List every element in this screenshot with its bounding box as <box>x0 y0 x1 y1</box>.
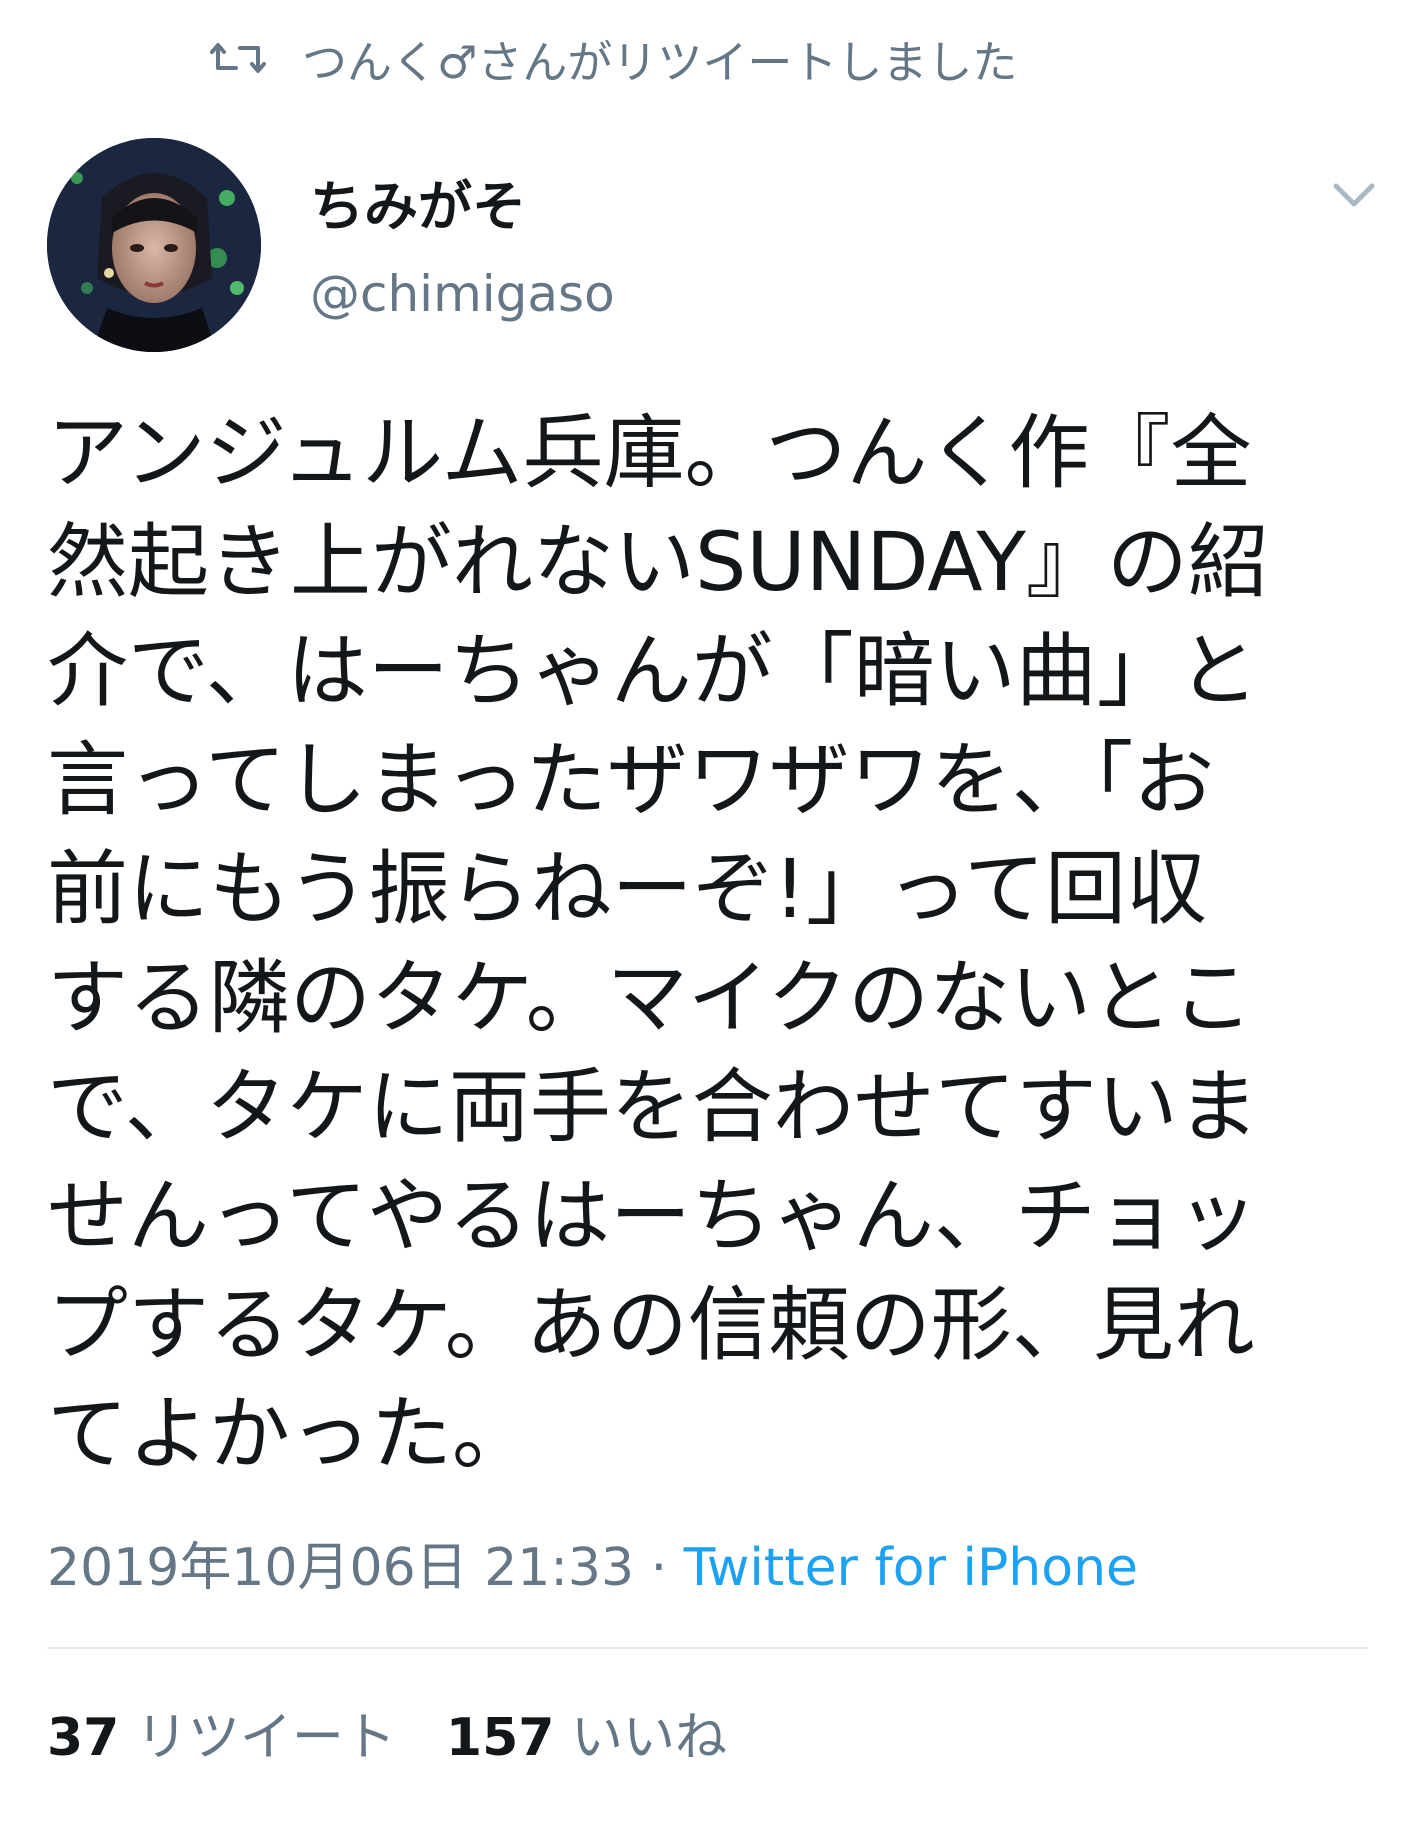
tweet-stats: 37 リツイート 157 いいね <box>47 1695 727 1770</box>
retweet-label: リツイート <box>135 1708 396 1768</box>
retweet-banner[interactable]: つんく♂さんがリツイートしました <box>210 28 1018 89</box>
tweet-line: 言ってしまったザワザワを、「お <box>47 734 1215 828</box>
timestamp[interactable]: 2019年10月06日 21:33 <box>47 1538 634 1598</box>
tweet-line: アンジュルム兵庫。つんく作『全 <box>47 407 1252 501</box>
avatar[interactable] <box>47 138 261 352</box>
retweet-icon <box>210 43 266 73</box>
like-label: いいね <box>571 1708 728 1768</box>
tweet-line: 前にもう振らねーぞ!」って回収 <box>47 843 1207 937</box>
avatar-photo <box>47 138 261 352</box>
tweet-meta: 2019年10月06日 21:33 · Twitter for iPhone <box>47 1525 1138 1600</box>
like-stat[interactable]: 157 いいね <box>446 1708 727 1768</box>
tweet-line: する隣のタケ。マイクのないとこ <box>47 952 1254 1046</box>
chevron-down-icon[interactable] <box>1330 178 1378 212</box>
user-handle[interactable]: @chimigaso <box>310 265 615 323</box>
retweet-count: 37 <box>47 1708 120 1768</box>
source-link[interactable]: Twitter for iPhone <box>684 1538 1138 1598</box>
retweet-banner-text: つんく♂さんがリツイートしました <box>302 35 1018 89</box>
tweet-line: で、タケに両手を合わせてすいま <box>47 1061 1259 1155</box>
divider <box>47 1647 1367 1649</box>
tweet-line: 介で、はーちゃんが「暗い曲」と <box>47 625 1259 719</box>
tweet-line: プするタケ。あの信頼の形、見れ <box>47 1279 1255 1373</box>
retweet-stat[interactable]: 37 リツイート <box>47 1708 396 1768</box>
like-count: 157 <box>445 1708 555 1768</box>
tweet-line: せんってやるはーちゃん、チョッ <box>47 1170 1258 1264</box>
tweet-line: 然起き上がれないSUNDAY』の紹 <box>47 516 1269 610</box>
tweet-line: てよかった。 <box>47 1388 534 1482</box>
tweet-text: アンジュルム兵庫。つんく作『全 然起き上がれないSUNDAY』の紹 介で、はーち… <box>47 400 1387 1490</box>
meta-separator: · <box>634 1538 684 1598</box>
display-name[interactable]: ちみがそ <box>310 162 526 241</box>
